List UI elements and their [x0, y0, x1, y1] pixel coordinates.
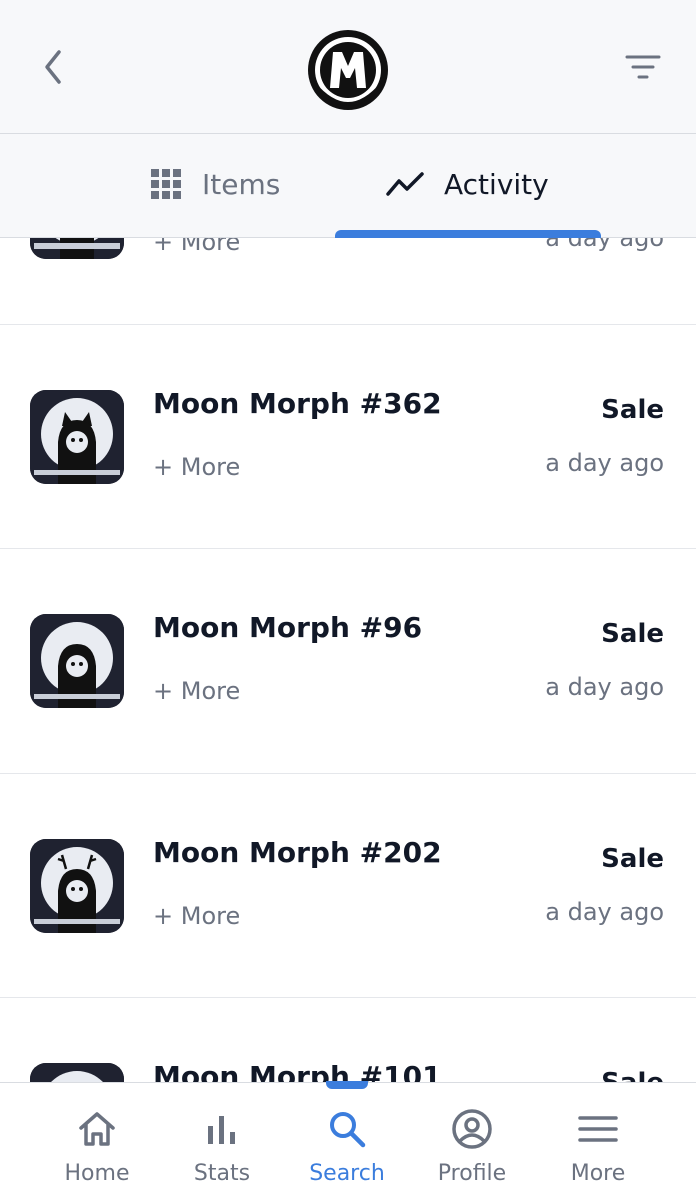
item-name[interactable]: Moon Morph #202: [153, 836, 442, 869]
list-item[interactable]: Moon Morph #96 + More Sale a day ago: [0, 549, 696, 774]
list-item[interactable]: Moon Morph #202 + More Sale a day ago: [0, 774, 696, 998]
nav-more-label: More: [570, 1161, 626, 1186]
list-item[interactable]: Moon Morph #362 + More Sale a day ago: [0, 325, 696, 549]
event-type: Sale: [601, 619, 664, 649]
activity-list[interactable]: + More a day ago Moon Morph #362 + More …: [0, 238, 696, 1082]
tab-bar: Items Activity: [0, 134, 696, 238]
bottom-nav: Home Stats Search Profile More: [0, 1081, 696, 1200]
tab-items[interactable]: Items: [150, 134, 280, 234]
nft-thumbnail: [30, 238, 124, 259]
nft-thumbnail: [30, 838, 124, 933]
nav-profile[interactable]: Profile: [412, 1083, 532, 1200]
grid-icon: [151, 169, 181, 199]
event-time: a day ago: [545, 673, 664, 701]
list-item[interactable]: Moon Morph #101 Sale: [0, 998, 696, 1082]
nft-thumbnail: [30, 614, 124, 708]
more-link[interactable]: + More: [153, 677, 240, 705]
back-button[interactable]: [30, 44, 76, 90]
nav-search[interactable]: Search: [287, 1083, 407, 1200]
event-time: a day ago: [545, 897, 664, 926]
bar-chart-icon: [208, 1116, 235, 1144]
chevron-left-icon: [45, 50, 61, 84]
search-icon: [330, 1112, 366, 1148]
collection-logo[interactable]: [306, 28, 390, 112]
nav-home[interactable]: Home: [37, 1083, 157, 1200]
filter-icon: [625, 55, 661, 79]
trend-line-icon: [386, 172, 424, 196]
more-link[interactable]: + More: [153, 902, 240, 930]
active-tab-indicator: [335, 230, 601, 238]
nft-thumbnail: [30, 1063, 124, 1082]
home-icon: [79, 1112, 115, 1146]
nav-search-label: Search: [309, 1161, 385, 1186]
list-item[interactable]: + More a day ago: [0, 238, 696, 325]
event-time: a day ago: [545, 238, 664, 252]
app-header: [0, 0, 696, 134]
item-name[interactable]: Moon Morph #96: [153, 611, 422, 644]
more-link[interactable]: + More: [153, 238, 240, 256]
nav-profile-label: Profile: [437, 1161, 507, 1186]
nav-more[interactable]: More: [538, 1083, 658, 1200]
menu-icon: [578, 1116, 618, 1142]
event-time: a day ago: [545, 448, 664, 477]
nav-home-label: Home: [64, 1161, 130, 1186]
item-name[interactable]: Moon Morph #101: [153, 1060, 442, 1082]
item-name[interactable]: Moon Morph #362: [153, 387, 442, 420]
more-link[interactable]: + More: [153, 453, 240, 481]
nav-stats[interactable]: Stats: [162, 1083, 282, 1200]
event-type: Sale: [601, 1068, 664, 1082]
profile-icon: [452, 1109, 492, 1149]
event-type: Sale: [601, 394, 664, 425]
tab-activity[interactable]: Activity: [386, 134, 549, 234]
filter-button[interactable]: [620, 44, 666, 90]
nav-stats-label: Stats: [193, 1161, 251, 1186]
event-type: Sale: [601, 843, 664, 874]
nft-thumbnail: [30, 389, 124, 484]
tab-activity-label: Activity: [444, 167, 549, 201]
tab-items-label: Items: [202, 167, 281, 201]
